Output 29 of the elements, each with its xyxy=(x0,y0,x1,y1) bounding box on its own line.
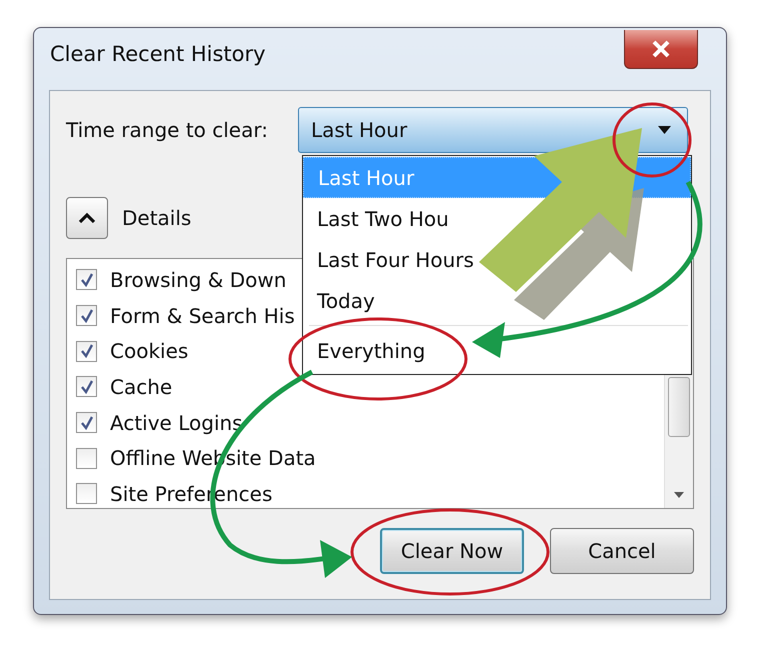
dropdown-option[interactable]: Today xyxy=(303,280,691,321)
chevron-icon xyxy=(78,212,96,224)
scroll-thumb[interactable] xyxy=(668,377,690,437)
close-button[interactable] xyxy=(624,30,698,69)
checkbox[interactable] xyxy=(76,483,97,504)
checkbox-label: Cookies xyxy=(110,339,188,364)
checkbox[interactable] xyxy=(76,448,97,469)
checkbox[interactable] xyxy=(76,269,97,290)
checkbox[interactable] xyxy=(76,412,97,434)
close-icon xyxy=(650,40,672,58)
time-range-label: Time range to clear: xyxy=(66,118,269,142)
dropdown-option[interactable]: Last Four Hours xyxy=(303,239,691,280)
dialog-button[interactable]: Clear Now xyxy=(380,528,524,574)
scroll-down-icon[interactable] xyxy=(674,492,684,498)
checkbox-label: Cache xyxy=(110,374,172,399)
details-label: Details xyxy=(122,206,192,230)
dropdown-arrow-icon xyxy=(658,126,671,134)
checkbox-label: Form & Search His xyxy=(110,304,295,328)
dropdown-option[interactable]: Last Two Hou xyxy=(303,198,691,239)
checkbox-label: Browsing & Down xyxy=(110,268,286,292)
checkbox-label: Active Logins xyxy=(110,410,243,435)
dropdown-option[interactable]: Everything xyxy=(303,330,691,371)
details-toggle-button[interactable] xyxy=(66,197,108,239)
checkbox[interactable] xyxy=(76,305,97,326)
checkbox[interactable] xyxy=(76,376,97,398)
dialog-button[interactable]: Cancel xyxy=(550,528,694,574)
time-range-dropdown[interactable]: Last Hour xyxy=(298,107,688,153)
checkbox[interactable] xyxy=(76,340,97,362)
window-title: Clear Recent History xyxy=(50,42,266,66)
